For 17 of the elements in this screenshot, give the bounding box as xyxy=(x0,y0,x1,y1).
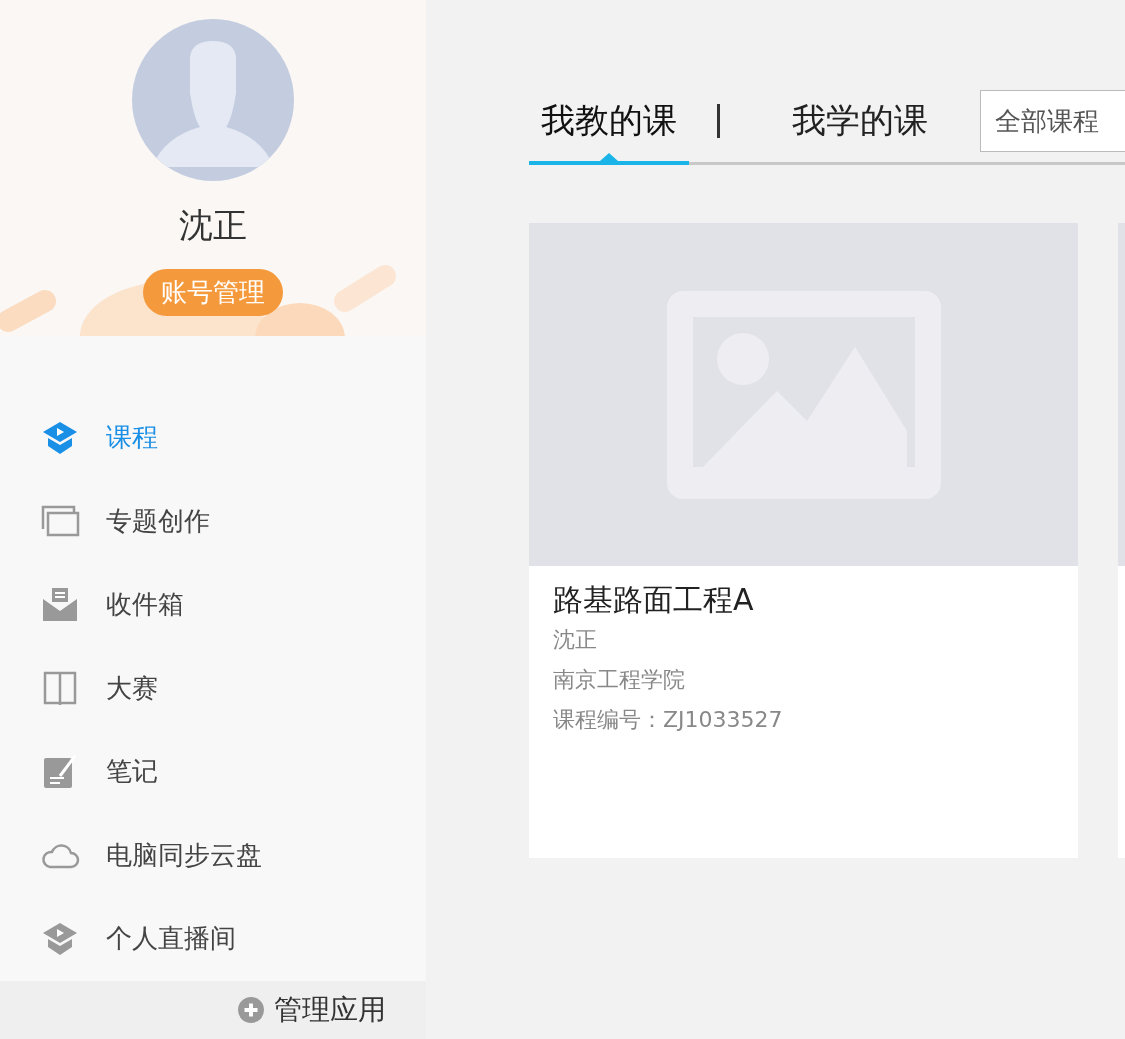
sidebar-item[interactable]: 大赛 xyxy=(0,646,426,731)
tab[interactable]: 我教的课 xyxy=(529,90,689,165)
sidebar-item[interactable]: 笔记 xyxy=(0,730,426,814)
course-teacher: 沈正 xyxy=(553,626,598,654)
decoration-shape xyxy=(0,290,56,333)
user-name: 沈正 xyxy=(179,204,247,247)
course-title: 路基路面工程A xyxy=(553,581,755,619)
course-code: 课程编号：ZJ1033527 xyxy=(553,706,784,734)
sidebar-item[interactable]: 个人直播间 xyxy=(0,897,426,981)
course-filter-dropdown[interactable]: 全部课程 xyxy=(980,90,1125,152)
plus-icon xyxy=(238,996,264,1023)
sidebar-item[interactable]: 收件箱 xyxy=(0,563,426,647)
course-card[interactable]: 路基路面工程A 沈正 南京工程学院 课程编号：ZJ1033527 xyxy=(529,223,1078,858)
tab[interactable]: 我学的课 xyxy=(780,90,940,165)
course-school: 南京工程学院 xyxy=(553,666,686,694)
sidebar-item[interactable]: 电脑同步云盘 xyxy=(0,813,426,898)
sidebar-item[interactable]: 专题创作 xyxy=(0,479,426,564)
